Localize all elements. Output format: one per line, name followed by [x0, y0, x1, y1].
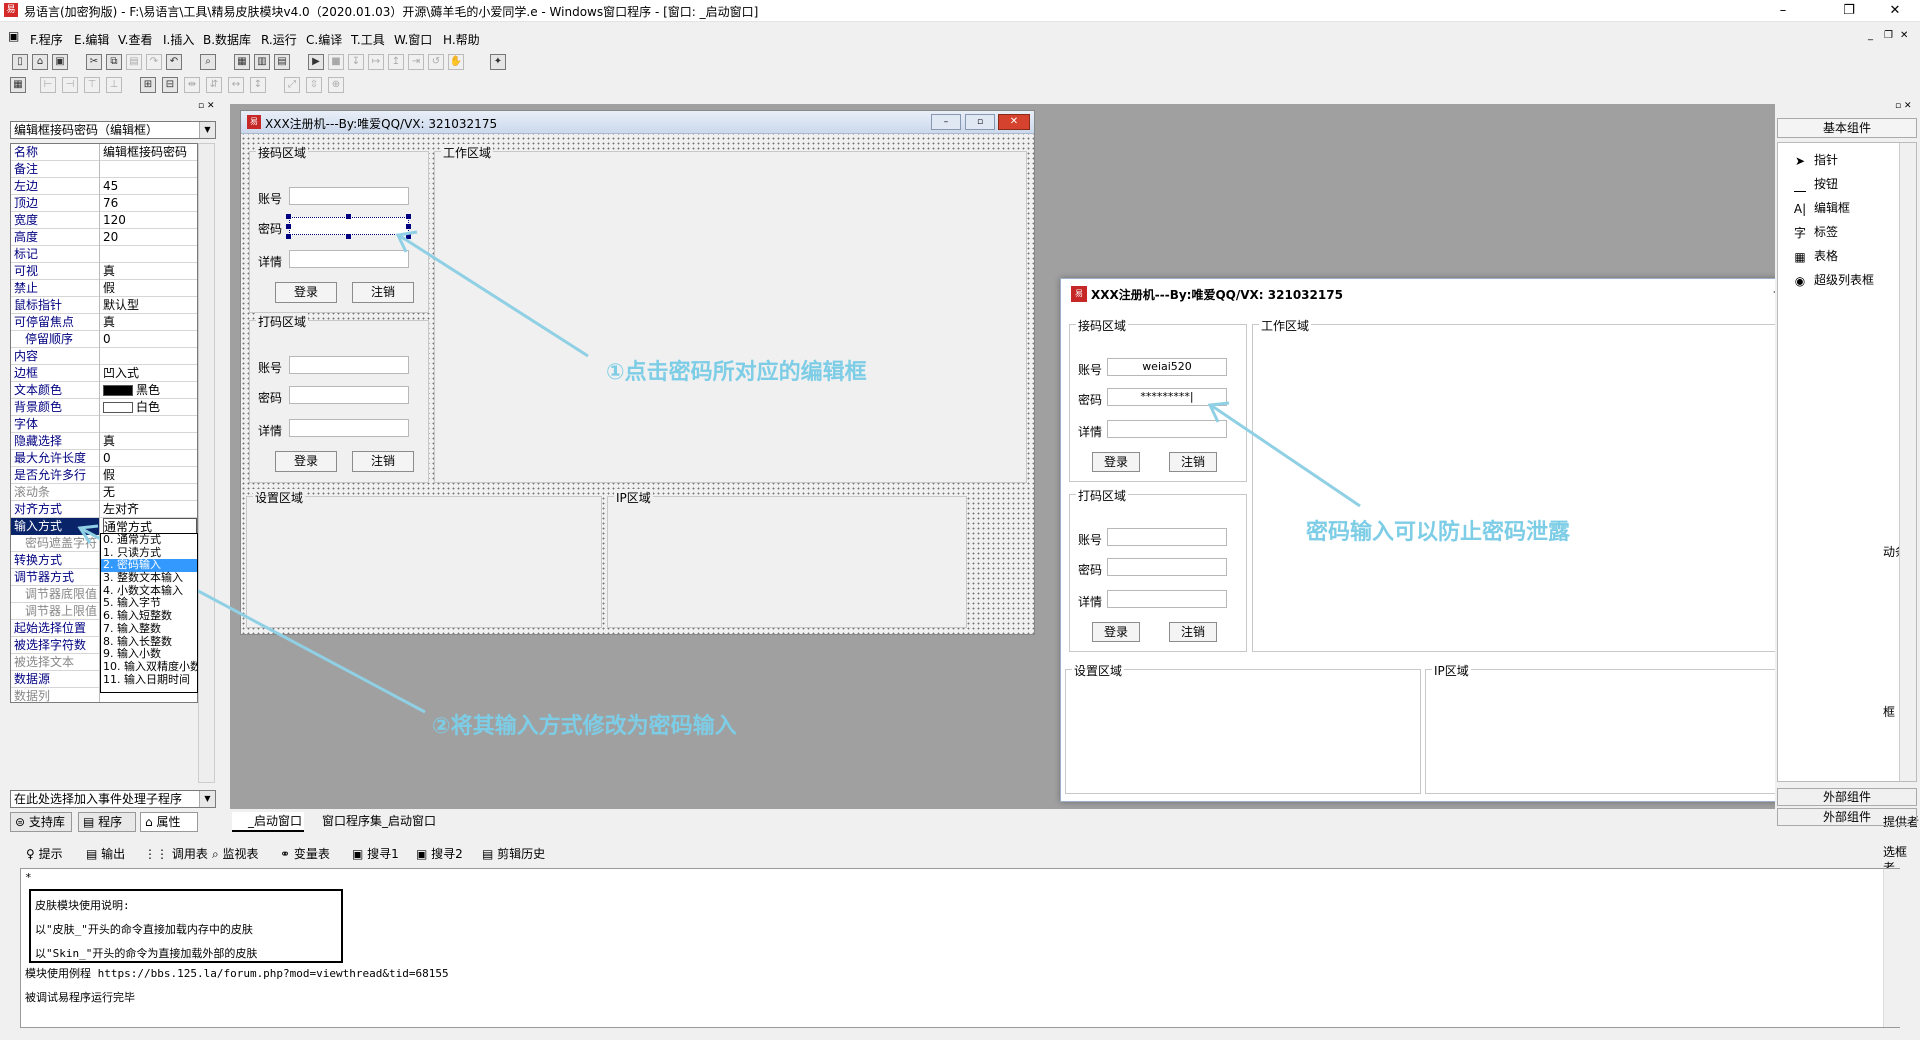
- tab-call-table[interactable]: ⋮⋮ 调用表: [144, 845, 208, 862]
- tab-search1[interactable]: ▣ 搜寻1: [352, 845, 399, 862]
- pane-pin-icon[interactable]: ▫ ✕: [1895, 101, 1912, 111]
- component-label: 标签: [1814, 225, 1839, 239]
- output-info-box: 皮肤模块使用说明: 以"皮肤_"开头的命令直接加载内存中的皮肤 以"Skin_"…: [29, 889, 343, 963]
- editbox-icon: A|: [1793, 201, 1807, 216]
- component-arrow[interactable]: ➤ 指针: [1788, 149, 1908, 171]
- dropdown-option[interactable]: 6. 输入短整数: [101, 609, 197, 623]
- output-line-done: 被调试易程序运行完毕: [25, 991, 135, 1004]
- button-icon: ⎽: [1793, 177, 1806, 192]
- tab-search2[interactable]: ▣ 搜寻2: [416, 845, 463, 862]
- output-box-line3: 以"Skin_"开头的命令为直接加载外部的皮肤: [35, 947, 258, 960]
- tab-hint[interactable]: ♀ 提示: [26, 845, 63, 862]
- component-footer-tab1[interactable]: 外部组件: [1777, 788, 1917, 806]
- component-table[interactable]: ▦ 表格: [1788, 245, 1908, 267]
- arrow-line-1: [399, 234, 589, 358]
- input-mode-dropdown[interactable]: 0. 通常方式 1. 只读方式 2. 密码输入 3. 整数文本输入 4. 小数文本输入 5…: [100, 533, 198, 693]
- table-icon: ▦: [1794, 249, 1806, 264]
- tab-clip-history[interactable]: ▤ 剪辑历史: [482, 845, 545, 862]
- component-pane: ▫ ✕ 基本组件 ➤ 指针 ⎽ 按钮 A| 编辑框字标签 ▦ 表格 ◉ 超级列表框 动条框提供者 选框…: [1775, 100, 1920, 875]
- component-editbox[interactable]: A| 编辑框: [1788, 197, 1908, 219]
- output-line: *: [25, 871, 32, 884]
- tab-output[interactable]: ▤ 输出: [86, 845, 125, 862]
- component-label: 编辑框: [1814, 201, 1851, 215]
- component-list: ➤指针⎽按钮A|编辑框字标签▦表格◉超级列表框动条框提供者选框者: [1777, 142, 1919, 875]
- dropdown-option[interactable]: 11. 输入日期时间: [101, 673, 197, 687]
- arrow-line-3: [1211, 404, 1361, 508]
- tab-variables[interactable]: ⚭ 变量表: [280, 845, 330, 862]
- dropdown-option[interactable]: 7. 输入整数: [101, 622, 197, 636]
- component-label: 按钮: [1814, 177, 1839, 191]
- output-pane[interactable]: * 皮肤模块使用说明: 以"皮肤_"开头的命令直接加载内存中的皮肤 以"Skin…: [20, 868, 1900, 1028]
- output-box-line1: 皮肤模块使用说明:: [35, 899, 130, 912]
- component-scrollbar[interactable]: [1899, 143, 1916, 781]
- component-button[interactable]: ⎽ 按钮: [1788, 173, 1908, 195]
- listview-icon: ◉: [1794, 273, 1806, 288]
- arrow-icon: ➤: [1794, 153, 1806, 168]
- dropdown-option[interactable]: 10. 输入双精度小数: [101, 660, 197, 674]
- component-label[interactable]: 字标签: [1788, 221, 1908, 243]
- component-header[interactable]: 基本组件: [1777, 118, 1917, 138]
- component-listview[interactable]: ◉ 超级列表框: [1788, 269, 1908, 291]
- component-label: 指针: [1814, 153, 1839, 167]
- annotation-step2: ②将其输入方式修改为密码输入: [432, 714, 737, 739]
- dropdown-option[interactable]: 9. 输入小数: [101, 647, 197, 661]
- annotation-step1: ①点击密码所对应的编辑框: [606, 360, 867, 385]
- component-label-partial: 框: [1883, 705, 1896, 719]
- output-tabs: ♀ 提示 ▤ 输出 ⋮⋮ 调用表 ⌕ 监视表 ⚭ 变量表 ▣ 搜寻1 ▣ 搜寻2…: [0, 842, 1920, 864]
- component-footer-tab2[interactable]: 外部组件: [1777, 808, 1917, 826]
- output-example-link[interactable]: 模块使用例程 https://bbs.125.la/forum.php?mod=…: [25, 965, 449, 981]
- output-scrollbar[interactable]: [1883, 869, 1900, 1027]
- component-label: 超级列表框: [1814, 273, 1875, 287]
- component-label: 表格: [1814, 249, 1839, 263]
- dropdown-option[interactable]: 3. 整数文本输入: [101, 571, 197, 585]
- annotation-note: 密码输入可以防止密码泄露: [1306, 520, 1571, 545]
- dropdown-option[interactable]: 0. 通常方式: [101, 534, 197, 547]
- label-icon: 字: [1793, 225, 1806, 240]
- tab-watch[interactable]: ⌕ 监视表: [212, 845, 259, 862]
- output-box-line2: 以"皮肤_"开头的命令直接加载内存中的皮肤: [35, 923, 253, 936]
